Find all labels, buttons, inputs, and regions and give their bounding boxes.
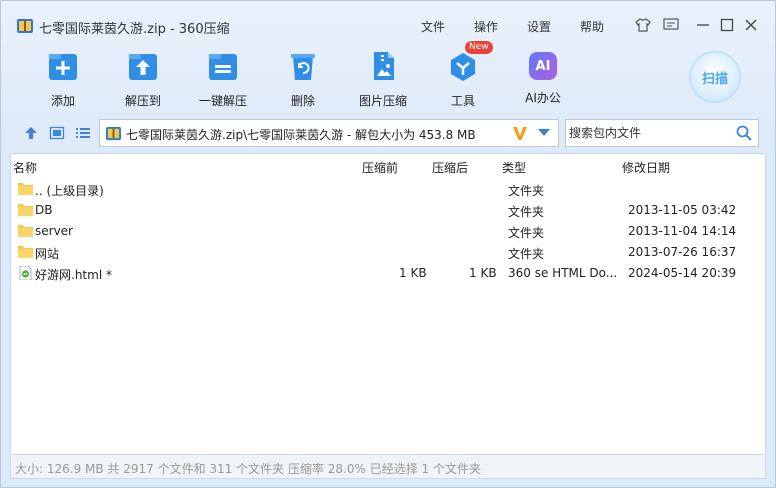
message-icon [663, 18, 679, 30]
list-header: 名称 压缩前 压缩后 类型 修改日期 [11, 154, 765, 178]
one-click-extract-button[interactable]: 一键解压 [187, 45, 259, 109]
title-bar: 七零国际莱茵久游.zip - 360压缩 文件 操作 设置 帮助 [1, 1, 775, 49]
file-date: 2013-11-04 14:14 [628, 224, 737, 238]
ai-icon: AI [529, 52, 557, 80]
delete-label: 删除 [290, 94, 315, 108]
image-compress-button[interactable]: 图片压缩 [347, 45, 419, 109]
scan-label: 扫描 [701, 71, 728, 87]
menu-bar: 文件 操作 设置 帮助 [421, 18, 633, 35]
column-type[interactable]: 类型 [502, 159, 526, 176]
close-icon [745, 19, 757, 31]
file-type: 文件夹 [508, 184, 545, 198]
file-name: 好游网.html * [35, 268, 112, 282]
tools-icon [451, 53, 475, 81]
column-modified-date[interactable]: 修改日期 [622, 159, 670, 176]
up-arrow-icon[interactable] [23, 125, 39, 141]
folder-icon [18, 225, 33, 237]
folder-icon [18, 183, 33, 195]
ai-office-label: AI办公 [525, 91, 561, 105]
address-path: 七零国际莱茵久游.zip\七零国际莱茵久游 - 解包大小为 453.8 MB [126, 128, 476, 142]
address-bar[interactable]: 七零国际莱茵久游.zip\七零国际莱茵久游 - 解包大小为 453.8 MB [99, 119, 559, 147]
extract-to-icon [129, 54, 157, 80]
file-name: server [35, 224, 73, 238]
list-item[interactable]: 网站 文件夹 2013-07-26 16:37 [11, 242, 765, 263]
app-window: 七零国际莱茵久游.zip - 360压缩 文件 操作 设置 帮助 添加 解压到 … [0, 0, 776, 488]
image-compress-label: 图片压缩 [358, 94, 407, 108]
ai-office-button[interactable]: AI AI办公 [507, 45, 579, 106]
file-date: 2024-05-14 20:39 [628, 266, 737, 280]
add-icon [49, 54, 77, 80]
file-type: 文件夹 [508, 226, 545, 240]
file-name: .. (上级目录) [35, 184, 104, 198]
minimize-icon [697, 24, 709, 26]
file-name: 网站 [35, 247, 60, 261]
menu-settings[interactable]: 设置 [527, 18, 551, 35]
menu-operation[interactable]: 操作 [474, 18, 498, 35]
minimize-button[interactable] [693, 15, 713, 35]
one-click-extract-label: 一键解压 [198, 94, 247, 108]
toolbar: 添加 解压到 一键解压 删除 图片压缩 New 工具 AI AI办公 [1, 41, 775, 113]
status-bar: 大小: 126.9 MB 共 2917 个文件和 311 个文件夹 压缩率 28… [10, 455, 766, 479]
column-size-before[interactable]: 压缩前 [362, 159, 398, 176]
maximize-icon [720, 18, 734, 32]
new-badge: New [465, 41, 493, 54]
verified-v-icon[interactable] [512, 124, 528, 142]
column-size-after[interactable]: 压缩后 [432, 159, 468, 176]
list-item[interactable]: DB 文件夹 2013-11-05 03:42 [11, 200, 765, 221]
scan-button[interactable]: 扫描 [689, 51, 741, 103]
feedback-button[interactable] [661, 15, 681, 35]
menu-file[interactable]: 文件 [421, 18, 445, 35]
maximize-button[interactable] [717, 15, 737, 35]
file-size-before: 1 KB [399, 266, 427, 280]
shirt-icon [635, 18, 651, 32]
ai-icon-text: AI [535, 58, 551, 74]
list-view-icon[interactable] [75, 125, 91, 141]
column-name[interactable]: 名称 [13, 159, 37, 176]
file-size-after: 1 KB [469, 266, 497, 280]
file-type: 文件夹 [508, 205, 545, 219]
add-label: 添加 [50, 94, 75, 108]
file-name: DB [35, 203, 53, 217]
file-type: 360 se HTML Do... [508, 266, 618, 280]
add-button[interactable]: 添加 [27, 45, 99, 109]
list-item[interactable]: .. (上级目录) 文件夹 [11, 179, 765, 200]
window-title: 七零国际莱茵久游.zip - 360压缩 [39, 22, 230, 37]
thumbnail-view-icon[interactable] [49, 125, 65, 141]
search-input[interactable] [566, 120, 730, 146]
status-text: 大小: 126.9 MB 共 2917 个文件和 311 个文件夹 压缩率 28… [15, 462, 481, 476]
list-item[interactable]: server 文件夹 2013-11-04 14:14 [11, 221, 765, 242]
search-box [565, 119, 759, 147]
folder-icon [18, 204, 33, 216]
file-date: 2013-11-05 03:42 [628, 203, 737, 217]
tools-button[interactable]: New 工具 [427, 41, 499, 109]
zip-file-icon [106, 126, 121, 141]
image-compress-icon [374, 52, 394, 80]
navigation-row: 七零国际莱茵久游.zip\七零国际莱茵久游 - 解包大小为 453.8 MB [1, 117, 775, 149]
extract-to-button[interactable]: 解压到 [107, 45, 179, 109]
close-button[interactable] [741, 15, 761, 35]
address-dropdown-icon[interactable] [538, 129, 550, 136]
recycle-bin-icon [291, 54, 315, 80]
one-click-extract-icon [209, 54, 237, 80]
list-item[interactable]: 好游网.html * 1 KB 1 KB 360 se HTML Do... 2… [11, 263, 765, 284]
file-type: 文件夹 [508, 247, 545, 261]
menu-help[interactable]: 帮助 [580, 18, 604, 35]
folder-icon [18, 246, 33, 258]
extract-to-label: 解压到 [124, 94, 161, 108]
file-list: 名称 压缩前 压缩后 类型 修改日期 .. (上级目录) 文件夹 DB 文件夹 … [10, 153, 766, 455]
delete-button[interactable]: 删除 [267, 45, 339, 109]
tools-label: 工具 [450, 94, 475, 108]
zip-logo-icon [17, 19, 33, 33]
html-file-icon [19, 266, 32, 280]
search-icon[interactable] [736, 125, 752, 141]
file-date: 2013-07-26 16:37 [628, 245, 737, 259]
skin-button[interactable] [633, 15, 653, 35]
